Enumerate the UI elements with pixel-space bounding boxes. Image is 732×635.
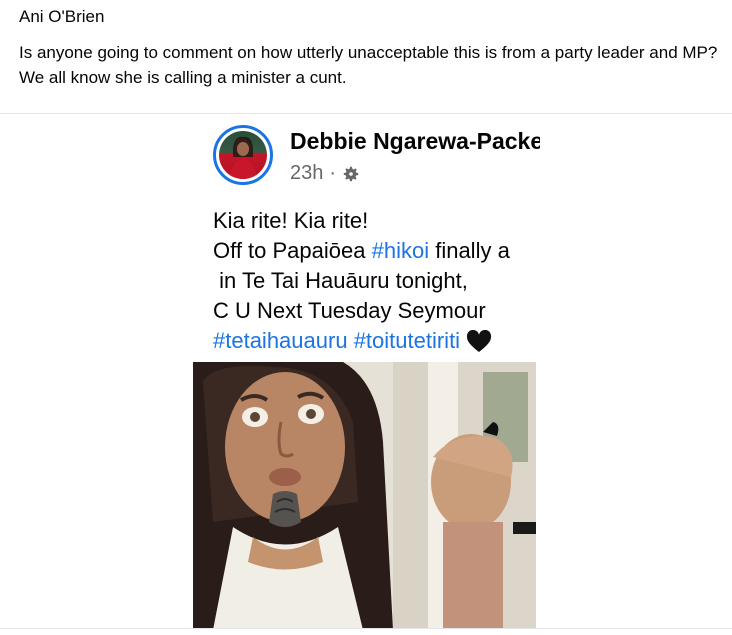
body-line-2-post: finally a bbox=[429, 238, 510, 263]
black-heart-icon bbox=[467, 330, 492, 353]
body-line-4: C U Next Tuesday Seymour bbox=[213, 298, 486, 323]
bottom-divider bbox=[0, 628, 732, 629]
hashtag-toitutetiriti[interactable]: #toitutetiriti bbox=[354, 328, 460, 353]
gear-icon bbox=[343, 166, 359, 181]
post-author-name[interactable]: Ani O'Brien bbox=[19, 7, 104, 27]
embedded-post-meta: 23h · bbox=[290, 162, 360, 185]
post-text: Is anyone going to comment on how utterl… bbox=[19, 43, 718, 87]
embedded-post-text: Kia rite! Kia rite! Off to Papaiōea #hik… bbox=[213, 206, 510, 356]
timestamp: 23h bbox=[290, 162, 324, 184]
separator-dot: · bbox=[329, 162, 337, 184]
profile-avatar bbox=[213, 125, 273, 185]
post-photo[interactable] bbox=[193, 362, 536, 628]
body-line-1: Kia rite! Kia rite! bbox=[213, 208, 369, 233]
divider bbox=[0, 113, 732, 114]
hashtag-hikoi[interactable]: #hikoi bbox=[372, 238, 429, 263]
body-line-2-pre: Off to Papaiōea bbox=[213, 238, 372, 263]
embedded-post-screenshot[interactable]: Debbie Ngarewa-Packer 23h · Kia rite! Ki… bbox=[193, 118, 540, 628]
hashtag-tetaihauauru[interactable]: #tetaihauauru bbox=[213, 328, 348, 353]
body-line-3: in Te Tai Hauāuru tonight, bbox=[213, 268, 468, 293]
embedded-author-name: Debbie Ngarewa-Packer bbox=[290, 128, 540, 154]
